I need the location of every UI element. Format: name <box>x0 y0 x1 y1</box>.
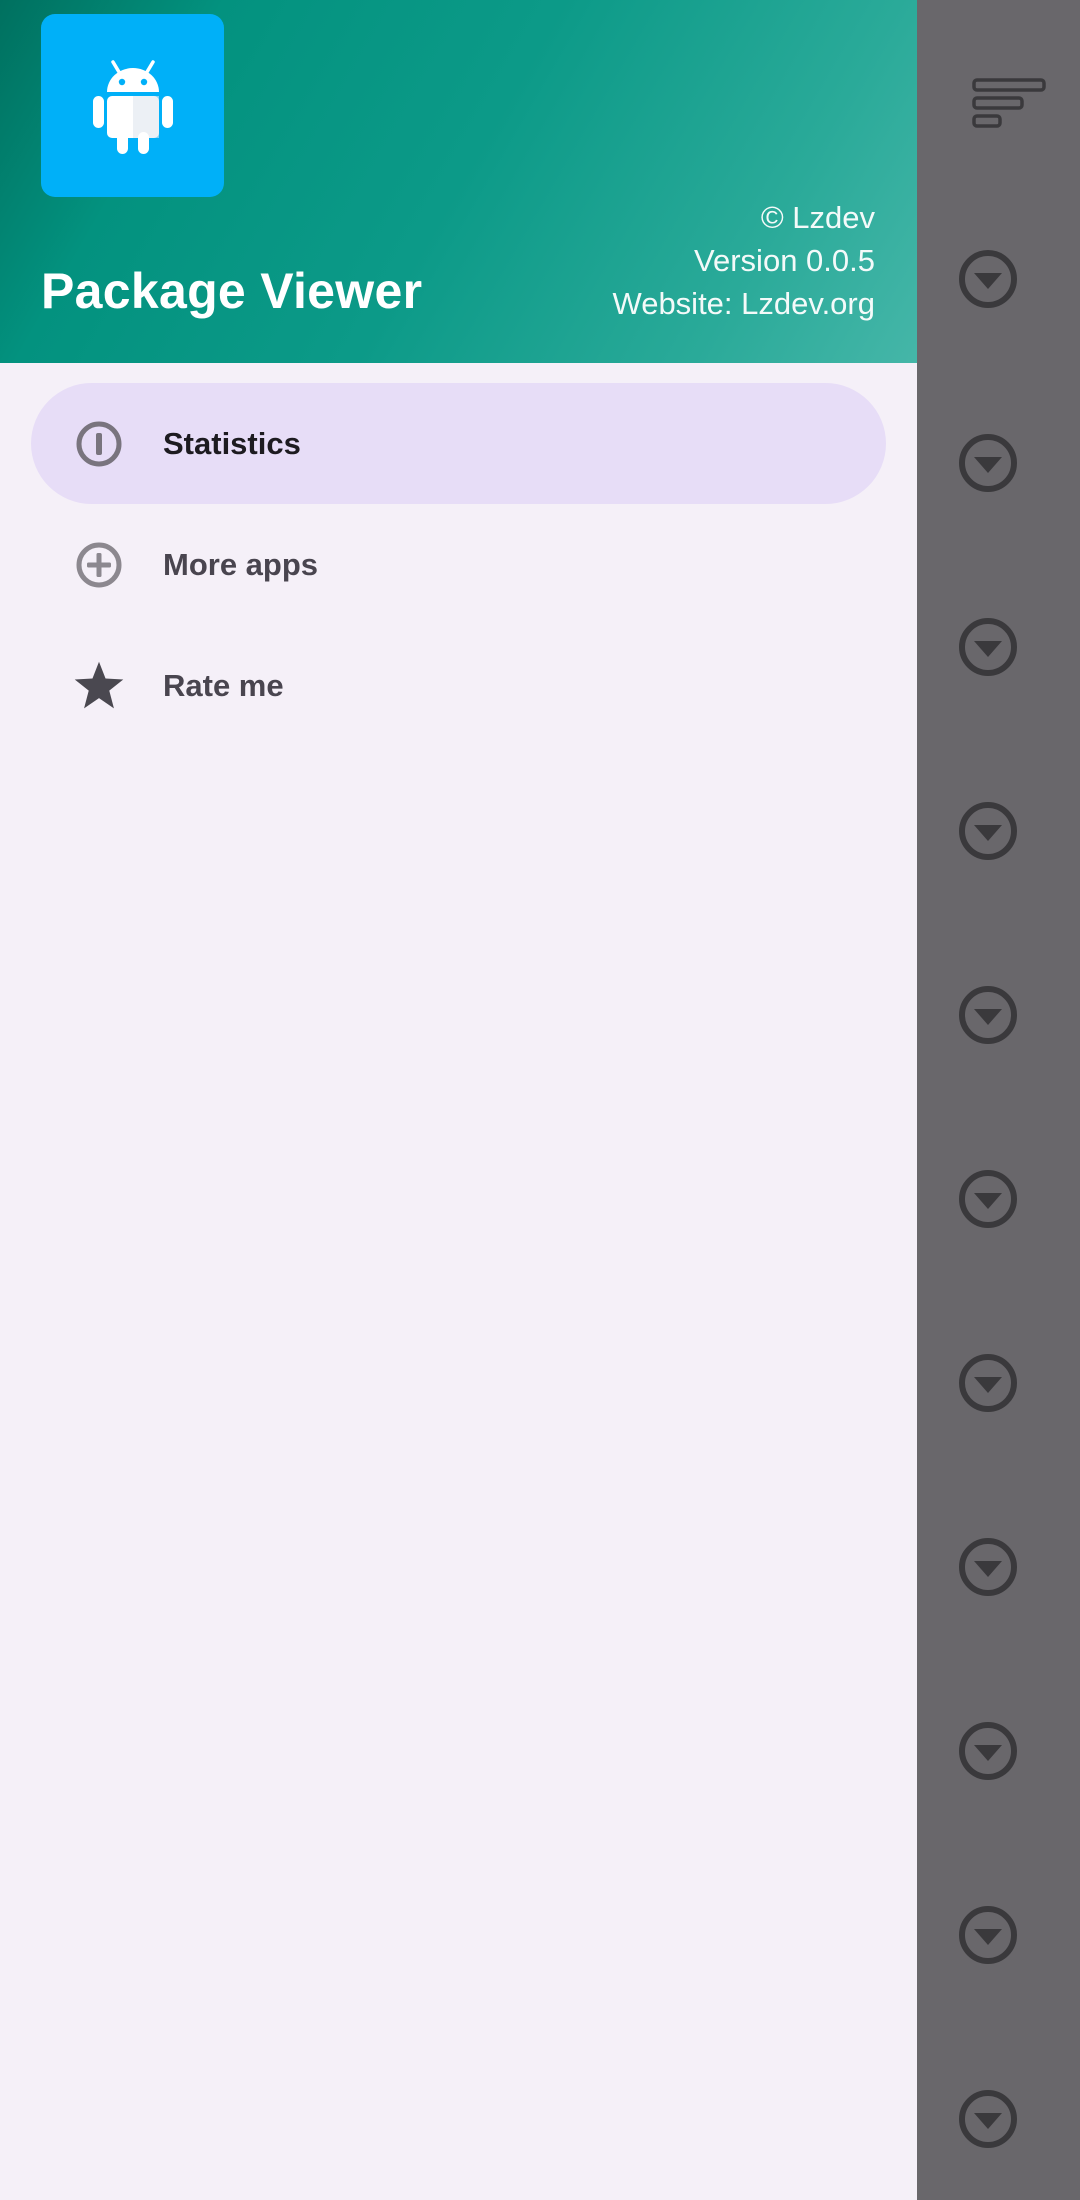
expand-circle-icon[interactable] <box>954 1165 1022 1233</box>
expand-circle-icon[interactable] <box>954 1349 1022 1417</box>
menu-item-label: More apps <box>163 546 319 582</box>
menu-item-statistics[interactable]: Statistics <box>31 383 886 504</box>
expand-circle-icon[interactable] <box>954 429 1022 497</box>
app-title: Package Viewer <box>41 263 423 319</box>
expand-circle-icon[interactable] <box>954 1533 1022 1601</box>
version-text: Version 0.0.5 <box>694 243 875 278</box>
app-info: © Lzdev Version 0.0.5 Website: Lzdev.org <box>613 196 876 325</box>
menu-item-more-apps[interactable]: More apps <box>31 504 886 625</box>
expand-circle-icon[interactable] <box>954 1901 1022 1969</box>
menu-item-rate-me[interactable]: Rate me <box>31 625 886 746</box>
sort-icon[interactable] <box>964 72 1052 136</box>
android-icon <box>41 14 224 197</box>
drawer-menu: Statistics More apps Rate me <box>0 383 917 746</box>
add-circle-icon <box>71 537 127 593</box>
info-icon <box>71 416 127 472</box>
expand-circle-icon[interactable] <box>954 981 1022 1049</box>
menu-item-label: Rate me <box>163 667 284 703</box>
star-icon <box>71 658 127 714</box>
website-link[interactable]: Website: Lzdev.org <box>613 282 876 325</box>
expand-circle-icon[interactable] <box>954 797 1022 865</box>
expand-circle-icon[interactable] <box>954 245 1022 313</box>
drawer-header: Package Viewer © Lzdev Version 0.0.5 Web… <box>0 0 917 363</box>
expand-circle-icon[interactable] <box>954 2085 1022 2153</box>
copyright-text: © Lzdev <box>760 200 875 235</box>
expand-circle-icon[interactable] <box>954 613 1022 681</box>
expand-circle-icon[interactable] <box>954 1717 1022 1785</box>
menu-item-label: Statistics <box>163 425 301 461</box>
navigation-drawer: Package Viewer © Lzdev Version 0.0.5 Web… <box>0 0 917 2200</box>
